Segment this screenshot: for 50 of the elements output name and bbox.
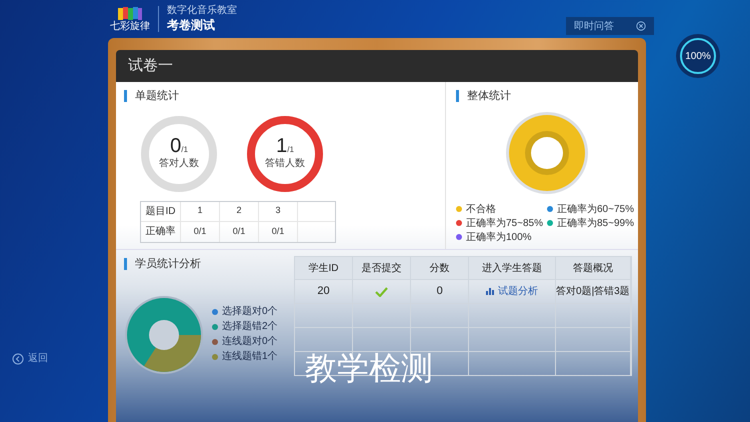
legend-label: 选择题对0个	[222, 306, 278, 318]
counter-label: 答错人数	[265, 157, 305, 171]
legend-label: 正确率为60~75%	[557, 202, 634, 216]
analysis-link[interactable]: 试题分析	[486, 284, 538, 299]
table-cell: 2	[220, 202, 259, 220]
legend-label: 正确率为75~85%	[466, 216, 543, 230]
title-marker	[124, 258, 127, 270]
quick-answer-bar[interactable]: 即时问答	[566, 17, 654, 35]
table-cell: 0/1	[259, 222, 298, 242]
legend-label: 正确率为85~99%	[557, 216, 634, 230]
table-cell: 0/1	[181, 222, 220, 242]
counter-value: 1	[276, 136, 288, 156]
section-title: 单题统计	[135, 88, 179, 104]
table-cell: 答对0题|答错3题	[556, 280, 631, 303]
table-cell: 1	[181, 202, 220, 220]
table-cell: 0	[411, 280, 470, 303]
table-row-header: 正确率	[141, 222, 181, 242]
quick-answer-label: 即时问答	[574, 20, 614, 34]
table-cell: 0/1	[220, 222, 259, 242]
back-button[interactable]: 返回	[28, 351, 48, 366]
logo-text: 七彩旋律	[110, 22, 150, 32]
table-cell: 3	[259, 202, 298, 220]
table-row-header: 题目ID	[141, 202, 181, 220]
counter-label: 答对人数	[159, 156, 199, 171]
column-header: 学生ID	[295, 257, 354, 279]
progress-reading: 100%	[685, 50, 711, 64]
title-marker	[124, 90, 127, 102]
legend-label: 连线题对0个	[222, 336, 278, 348]
counter-value: 0	[170, 136, 182, 156]
column-header: 进入学生答题	[469, 257, 556, 279]
app-subtitle: 数字化音乐教室	[167, 5, 237, 18]
section-title: 整体统计	[467, 88, 511, 104]
legend-label: 连线题错1个	[222, 351, 278, 363]
column-header: 是否提交	[353, 257, 412, 279]
column-header: 答题概况	[556, 257, 631, 279]
piano-logo-icon	[117, 6, 143, 22]
legend-label: 选择题错2个	[222, 321, 278, 333]
table-cell: 20	[295, 280, 354, 303]
legend-label: 不合格	[466, 202, 496, 216]
app-title: 考卷测试	[167, 18, 216, 33]
section-title: 学员统计分析	[135, 256, 201, 272]
close-icon[interactable]	[636, 21, 646, 31]
counter-total: /1	[287, 144, 294, 156]
back-icon[interactable]	[12, 352, 24, 364]
paper-title: 试卷一	[128, 56, 173, 76]
bar-chart-icon	[486, 288, 494, 295]
column-header: 分数	[411, 257, 470, 279]
counter-total: /1	[181, 144, 188, 156]
legend-label: 正确率为100%	[466, 230, 532, 244]
title-marker	[456, 90, 459, 102]
